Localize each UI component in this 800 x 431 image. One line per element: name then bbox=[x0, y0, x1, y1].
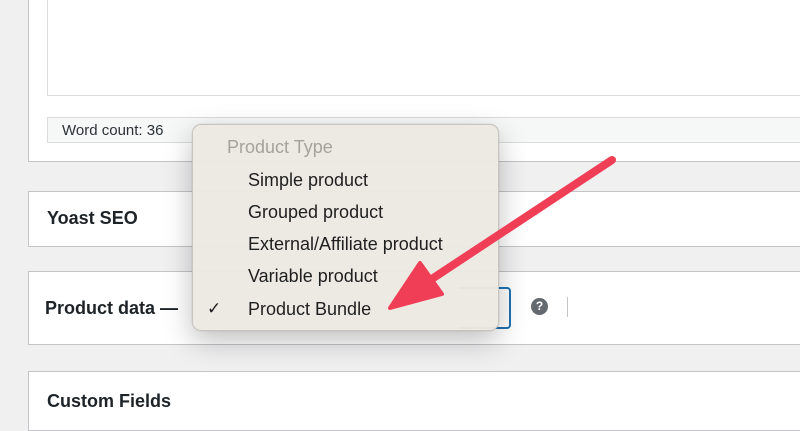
option-label: External/Affiliate product bbox=[248, 234, 443, 254]
option-simple-product[interactable]: Simple product bbox=[193, 165, 498, 197]
option-label: Variable product bbox=[248, 266, 378, 286]
word-count: Word count: 36 bbox=[62, 122, 164, 139]
divider bbox=[567, 297, 568, 317]
custom-fields-title[interactable]: Custom Fields bbox=[47, 391, 171, 412]
option-label: Product Bundle bbox=[248, 299, 372, 319]
yoast-seo-title[interactable]: Yoast SEO bbox=[47, 208, 138, 229]
editor-text-area[interactable] bbox=[47, 0, 800, 96]
product-data-title: Product data — bbox=[45, 298, 179, 318]
option-variable-product[interactable]: Variable product bbox=[193, 261, 498, 293]
custom-fields-panel[interactable]: Custom Fields bbox=[28, 371, 800, 431]
checkmark-icon: ✓ bbox=[207, 299, 222, 318]
option-label: Grouped product bbox=[248, 202, 384, 222]
product-type-dropdown[interactable]: Product Type Simple product Grouped prod… bbox=[192, 124, 499, 331]
option-product-bundle[interactable]: ✓ Product Bundle bbox=[193, 294, 498, 326]
dropdown-group-header: Product Type bbox=[227, 137, 333, 157]
option-external-affiliate-product[interactable]: External/Affiliate product bbox=[193, 229, 498, 261]
help-icon[interactable]: ? bbox=[531, 298, 548, 315]
option-label: Simple product bbox=[248, 170, 369, 190]
option-grouped-product[interactable]: Grouped product bbox=[193, 197, 498, 229]
